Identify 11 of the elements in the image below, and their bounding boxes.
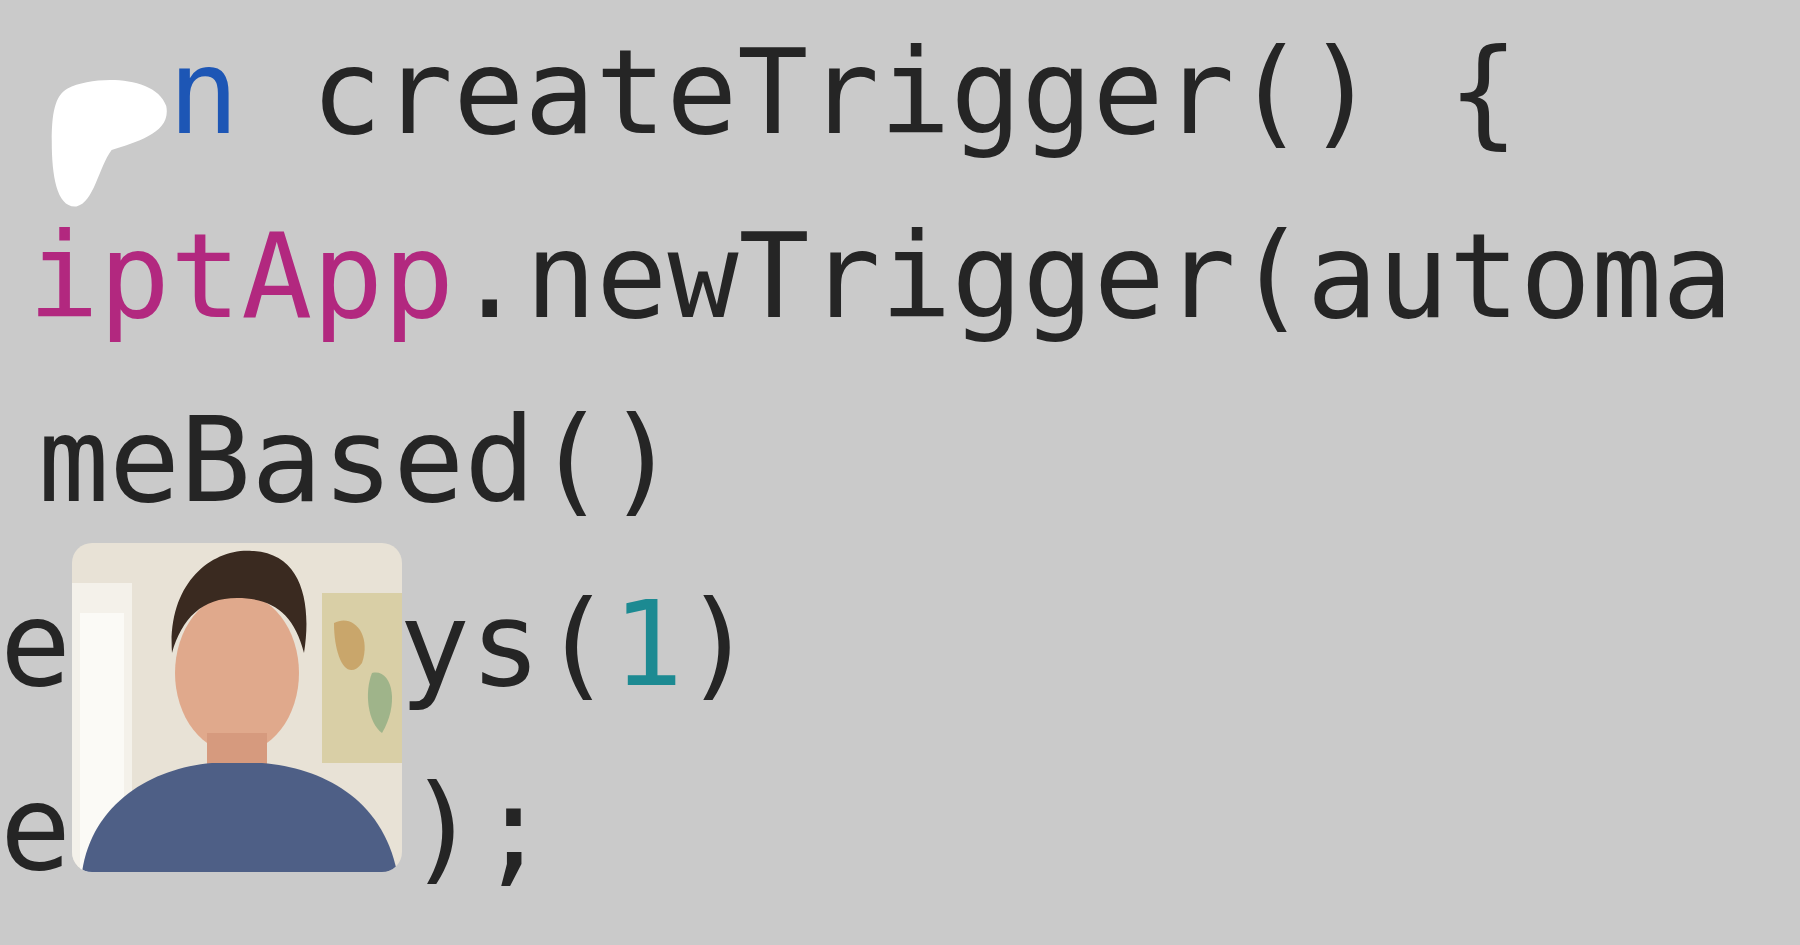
code-text: iptApp — [28, 206, 455, 346]
code-text: 1 — [612, 574, 684, 714]
code-text: .newTrigger(automa — [454, 206, 1734, 346]
code-text: createTrigger() { — [311, 22, 1519, 162]
code-text: e — [0, 758, 72, 898]
code-text: n — [168, 22, 240, 162]
code-text: ); — [407, 758, 550, 898]
code-text: ys( — [399, 574, 613, 714]
code-text: ) — [683, 574, 755, 714]
code-text: e — [0, 574, 72, 714]
code-text: meBased() — [38, 390, 678, 530]
